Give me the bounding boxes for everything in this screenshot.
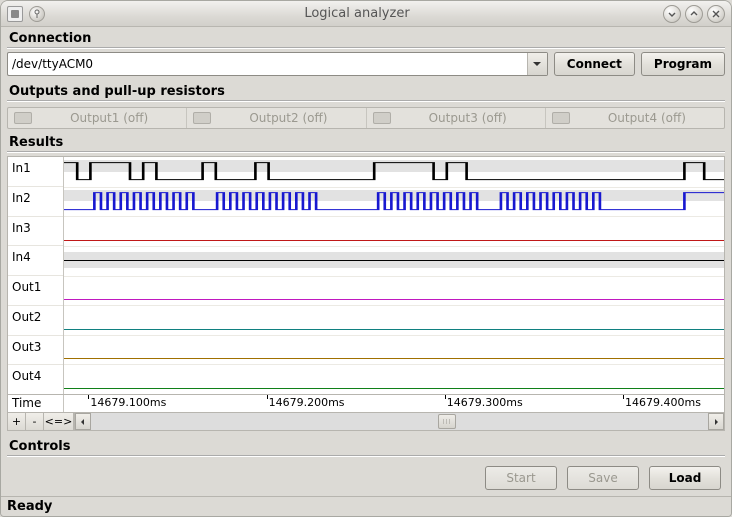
time-axis-label: Time <box>8 395 64 412</box>
output-2-toggle[interactable] <box>193 112 211 124</box>
chevron-left-icon <box>79 418 87 426</box>
results-area: In1 In2 In3 In4 Out1 Out2 Out3 Out4 <box>7 156 725 395</box>
start-button[interactable]: Start <box>485 466 557 490</box>
zoom-out-button[interactable]: - <box>26 413 44 430</box>
app-window: Logical analyzer Connection Connect <box>0 0 732 517</box>
output-4-toggle[interactable] <box>552 112 570 124</box>
horizontal-scrollbar[interactable] <box>74 413 724 430</box>
time-ticks: 14679.100ms 14679.200ms 14679.300ms 14679.4… <box>64 395 724 412</box>
zoom-in-button[interactable]: + <box>8 413 26 430</box>
time-axis: Time 14679.100ms14679.200ms14679.300ms14… <box>7 395 725 413</box>
output-3-cell[interactable]: Output3 (off) <box>367 108 546 128</box>
scroll-right-button[interactable] <box>708 413 724 430</box>
pin-button[interactable] <box>29 6 45 22</box>
channel-label-in4: In4 <box>8 246 63 276</box>
titlebar: Logical analyzer <box>1 1 731 27</box>
zoom-fit-button[interactable]: <=> <box>44 413 74 430</box>
output-4-label: Output4 (off) <box>576 111 718 125</box>
results-section-label: Results <box>7 133 725 153</box>
output-1-toggle[interactable] <box>14 112 32 124</box>
app-icon <box>7 6 23 22</box>
connection-section-label: Connection <box>7 29 725 49</box>
scrollbar-thumb[interactable] <box>438 414 456 429</box>
channel-label-out3: Out3 <box>8 336 63 366</box>
outputs-section-label: Outputs and pull-up resistors <box>7 82 725 102</box>
channel-label-in1: In1 <box>8 157 63 187</box>
connect-button[interactable]: Connect <box>554 52 635 76</box>
chevron-right-icon <box>712 418 720 426</box>
zoom-scroll-row: + - <=> <box>7 413 725 431</box>
time-tick: 14679.300ms <box>447 396 523 409</box>
output-3-toggle[interactable] <box>373 112 391 124</box>
output-1-label: Output1 (off) <box>38 111 180 125</box>
save-button[interactable]: Save <box>567 466 639 490</box>
controls-row: Start Save Load <box>7 460 725 494</box>
time-tick: 14679.200ms <box>269 396 345 409</box>
outputs-row: Output1 (off) Output2 (off) Output3 (off… <box>7 107 725 129</box>
channel-label-in3: In3 <box>8 217 63 247</box>
maximize-button[interactable] <box>685 5 703 23</box>
chevron-down-icon <box>532 59 542 69</box>
time-tick: 14679.100ms <box>90 396 166 409</box>
output-2-cell[interactable]: Output2 (off) <box>187 108 366 128</box>
channel-label-out2: Out2 <box>8 306 63 336</box>
device-combo[interactable] <box>7 52 548 76</box>
minimize-button[interactable] <box>663 5 681 23</box>
close-button[interactable] <box>707 5 725 23</box>
device-input[interactable] <box>8 53 527 75</box>
window-title: Logical analyzer <box>51 6 663 21</box>
channel-labels: In1 In2 In3 In4 Out1 Out2 Out3 Out4 <box>8 157 64 394</box>
controls-section-label: Controls <box>7 437 725 457</box>
channel-label-out4: Out4 <box>8 365 63 394</box>
channel-label-out1: Out1 <box>8 276 63 306</box>
load-button[interactable]: Load <box>649 466 721 490</box>
time-tick: 14679.400ms <box>625 396 701 409</box>
output-3-label: Output3 (off) <box>397 111 539 125</box>
output-1-cell[interactable]: Output1 (off) <box>8 108 187 128</box>
status-bar: Ready <box>1 496 731 516</box>
waveform-viewport[interactable] <box>64 157 724 394</box>
device-dropdown-button[interactable] <box>527 53 547 75</box>
output-2-label: Output2 (off) <box>217 111 359 125</box>
content-area: Connection Connect Program Outputs and p… <box>1 27 731 496</box>
scroll-left-button[interactable] <box>75 413 91 430</box>
status-text: Ready <box>7 499 52 514</box>
program-button[interactable]: Program <box>641 52 725 76</box>
output-4-cell[interactable]: Output4 (off) <box>546 108 724 128</box>
channel-label-in2: In2 <box>8 187 63 217</box>
